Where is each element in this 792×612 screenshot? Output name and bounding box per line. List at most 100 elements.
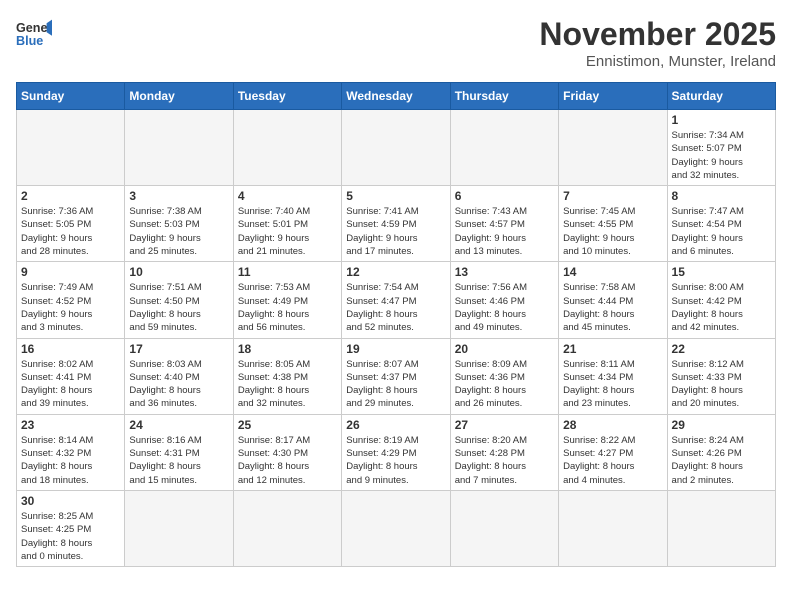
day-number: 4: [238, 189, 337, 203]
calendar-day-cell: 13 Sunrise: 7:56 AM Sunset: 4:46 PM Dayli…: [450, 262, 558, 338]
day-info: Sunrise: 7:51 AM Sunset: 4:50 PM Dayligh…: [129, 281, 228, 334]
calendar-day-cell: 18 Sunrise: 8:05 AM Sunset: 4:38 PM Dayli…: [233, 338, 341, 414]
calendar-day-cell: 30 Sunrise: 8:25 AM Sunset: 4:25 PM Dayli…: [17, 490, 125, 566]
day-info: Sunrise: 8:17 AM Sunset: 4:30 PM Dayligh…: [238, 434, 337, 487]
day-info: Sunrise: 8:07 AM Sunset: 4:37 PM Dayligh…: [346, 358, 445, 411]
calendar-day-cell: 16 Sunrise: 8:02 AM Sunset: 4:41 PM Dayli…: [17, 338, 125, 414]
calendar-day-cell: 5 Sunrise: 7:41 AM Sunset: 4:59 PM Daylig…: [342, 186, 450, 262]
day-number: 13: [455, 265, 554, 279]
weekday-header: Wednesday: [342, 83, 450, 110]
calendar-day-cell: 15 Sunrise: 8:00 AM Sunset: 4:42 PM Dayli…: [667, 262, 775, 338]
weekday-header: Sunday: [17, 83, 125, 110]
calendar-week-row: 1Sunrise: 7:34 AM Sunset: 5:07 PM Daylig…: [17, 110, 776, 186]
calendar-day-cell: [559, 110, 667, 186]
day-info: Sunrise: 8:02 AM Sunset: 4:41 PM Dayligh…: [21, 358, 120, 411]
day-number: 8: [672, 189, 771, 203]
day-info: Sunrise: 8:12 AM Sunset: 4:33 PM Dayligh…: [672, 358, 771, 411]
day-number: 1: [672, 113, 771, 127]
day-info: Sunrise: 7:43 AM Sunset: 4:57 PM Dayligh…: [455, 205, 554, 258]
calendar-day-cell: 6 Sunrise: 7:43 AM Sunset: 4:57 PM Daylig…: [450, 186, 558, 262]
day-number: 5: [346, 189, 445, 203]
day-info: Sunrise: 7:40 AM Sunset: 5:01 PM Dayligh…: [238, 205, 337, 258]
day-number: 29: [672, 418, 771, 432]
calendar-week-row: 2Sunrise: 7:36 AM Sunset: 5:05 PM Daylig…: [17, 186, 776, 262]
day-number: 11: [238, 265, 337, 279]
day-number: 10: [129, 265, 228, 279]
calendar-day-cell: 3 Sunrise: 7:38 AM Sunset: 5:03 PM Daylig…: [125, 186, 233, 262]
weekday-header: Thursday: [450, 83, 558, 110]
day-info: Sunrise: 7:54 AM Sunset: 4:47 PM Dayligh…: [346, 281, 445, 334]
calendar-day-cell: 4 Sunrise: 7:40 AM Sunset: 5:01 PM Daylig…: [233, 186, 341, 262]
calendar-day-cell: [17, 110, 125, 186]
day-info: Sunrise: 7:38 AM Sunset: 5:03 PM Dayligh…: [129, 205, 228, 258]
day-info: Sunrise: 8:19 AM Sunset: 4:29 PM Dayligh…: [346, 434, 445, 487]
calendar-day-cell: [125, 490, 233, 566]
calendar-day-cell: 19 Sunrise: 8:07 AM Sunset: 4:37 PM Dayli…: [342, 338, 450, 414]
day-number: 27: [455, 418, 554, 432]
calendar-day-cell: 20Sunrise: 8:09 AM Sunset: 4:36 PM Dayli…: [450, 338, 558, 414]
calendar-day-cell: 11 Sunrise: 7:53 AM Sunset: 4:49 PM Dayli…: [233, 262, 341, 338]
day-number: 16: [21, 342, 120, 356]
day-number: 14: [563, 265, 662, 279]
day-info: Sunrise: 7:41 AM Sunset: 4:59 PM Dayligh…: [346, 205, 445, 258]
day-number: 23: [21, 418, 120, 432]
day-number: 28: [563, 418, 662, 432]
day-number: 22: [672, 342, 771, 356]
day-number: 7: [563, 189, 662, 203]
calendar-day-cell: 17Sunrise: 8:03 AM Sunset: 4:40 PM Dayli…: [125, 338, 233, 414]
calendar-week-row: 16 Sunrise: 8:02 AM Sunset: 4:41 PM Dayli…: [17, 338, 776, 414]
calendar-day-cell: 24Sunrise: 8:16 AM Sunset: 4:31 PM Dayli…: [125, 414, 233, 490]
day-info: Sunrise: 8:11 AM Sunset: 4:34 PM Dayligh…: [563, 358, 662, 411]
day-number: 3: [129, 189, 228, 203]
calendar-week-row: 23 Sunrise: 8:14 AM Sunset: 4:32 PM Dayli…: [17, 414, 776, 490]
day-info: Sunrise: 7:56 AM Sunset: 4:46 PM Dayligh…: [455, 281, 554, 334]
day-info: Sunrise: 8:25 AM Sunset: 4:25 PM Dayligh…: [21, 510, 120, 563]
month-title: November 2025: [539, 16, 776, 53]
calendar-day-cell: 29 Sunrise: 8:24 AM Sunset: 4:26 PM Dayli…: [667, 414, 775, 490]
day-info: Sunrise: 8:14 AM Sunset: 4:32 PM Dayligh…: [21, 434, 120, 487]
calendar-day-cell: 27 Sunrise: 8:20 AM Sunset: 4:28 PM Dayli…: [450, 414, 558, 490]
logo: General Blue: [16, 16, 52, 52]
calendar-day-cell: 10 Sunrise: 7:51 AM Sunset: 4:50 PM Dayli…: [125, 262, 233, 338]
day-number: 9: [21, 265, 120, 279]
calendar-day-cell: [233, 110, 341, 186]
calendar-day-cell: 1Sunrise: 7:34 AM Sunset: 5:07 PM Daylig…: [667, 110, 775, 186]
day-info: Sunrise: 7:53 AM Sunset: 4:49 PM Dayligh…: [238, 281, 337, 334]
weekday-header-row: SundayMondayTuesdayWednesdayThursdayFrid…: [17, 83, 776, 110]
day-info: Sunrise: 8:00 AM Sunset: 4:42 PM Dayligh…: [672, 281, 771, 334]
calendar-day-cell: 8Sunrise: 7:47 AM Sunset: 4:54 PM Daylig…: [667, 186, 775, 262]
day-info: Sunrise: 8:09 AM Sunset: 4:36 PM Dayligh…: [455, 358, 554, 411]
day-info: Sunrise: 8:22 AM Sunset: 4:27 PM Dayligh…: [563, 434, 662, 487]
calendar-week-row: 30 Sunrise: 8:25 AM Sunset: 4:25 PM Dayli…: [17, 490, 776, 566]
calendar-day-cell: 2Sunrise: 7:36 AM Sunset: 5:05 PM Daylig…: [17, 186, 125, 262]
day-info: Sunrise: 8:20 AM Sunset: 4:28 PM Dayligh…: [455, 434, 554, 487]
day-info: Sunrise: 7:58 AM Sunset: 4:44 PM Dayligh…: [563, 281, 662, 334]
weekday-header: Monday: [125, 83, 233, 110]
title-block: November 2025 Ennistimon, Munster, Irela…: [539, 16, 776, 70]
calendar-day-cell: 7 Sunrise: 7:45 AM Sunset: 4:55 PM Daylig…: [559, 186, 667, 262]
location-subtitle: Ennistimon, Munster, Ireland: [539, 53, 776, 70]
day-number: 15: [672, 265, 771, 279]
calendar-day-cell: 26Sunrise: 8:19 AM Sunset: 4:29 PM Dayli…: [342, 414, 450, 490]
weekday-header: Saturday: [667, 83, 775, 110]
calendar-day-cell: 28 Sunrise: 8:22 AM Sunset: 4:27 PM Dayli…: [559, 414, 667, 490]
page-header: General Blue November 2025 Ennistimon, M…: [16, 16, 776, 70]
weekday-header: Friday: [559, 83, 667, 110]
logo-icon: General Blue: [16, 16, 52, 52]
day-number: 6: [455, 189, 554, 203]
calendar-day-cell: [559, 490, 667, 566]
calendar-day-cell: [125, 110, 233, 186]
day-info: Sunrise: 8:16 AM Sunset: 4:31 PM Dayligh…: [129, 434, 228, 487]
calendar-week-row: 9Sunrise: 7:49 AM Sunset: 4:52 PM Daylig…: [17, 262, 776, 338]
calendar-day-cell: [342, 490, 450, 566]
calendar-table: SundayMondayTuesdayWednesdayThursdayFrid…: [16, 82, 776, 567]
day-number: 30: [21, 494, 120, 508]
day-info: Sunrise: 7:45 AM Sunset: 4:55 PM Dayligh…: [563, 205, 662, 258]
day-info: Sunrise: 8:05 AM Sunset: 4:38 PM Dayligh…: [238, 358, 337, 411]
day-info: Sunrise: 8:03 AM Sunset: 4:40 PM Dayligh…: [129, 358, 228, 411]
day-number: 12: [346, 265, 445, 279]
day-number: 19: [346, 342, 445, 356]
svg-text:Blue: Blue: [16, 34, 43, 48]
day-info: Sunrise: 8:24 AM Sunset: 4:26 PM Dayligh…: [672, 434, 771, 487]
day-number: 18: [238, 342, 337, 356]
